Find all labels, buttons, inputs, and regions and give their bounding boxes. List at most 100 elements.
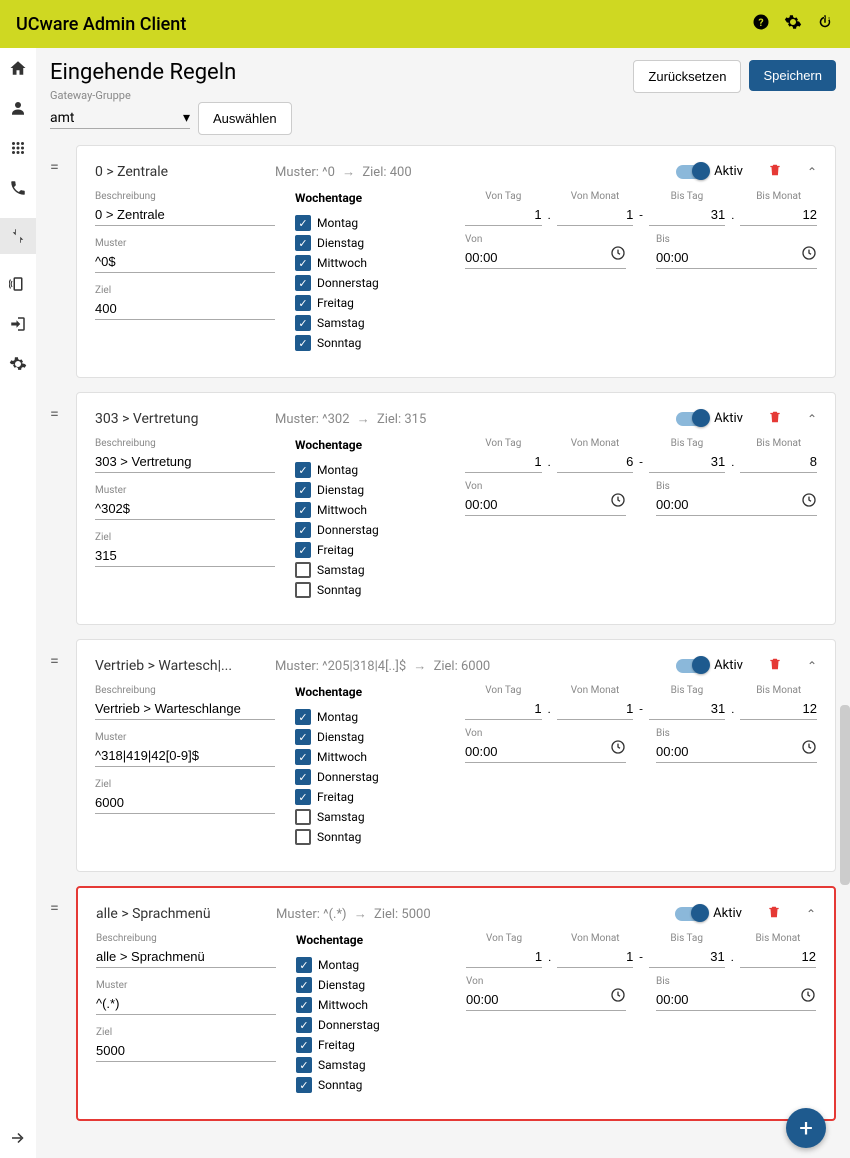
from_month-input[interactable] [557,947,633,968]
from_month-input[interactable] [557,699,634,720]
from_day-input[interactable] [466,947,542,968]
weekday-checkbox[interactable]: ✓ [296,1057,312,1073]
target-field[interactable] [96,1041,276,1062]
weekday-checkbox[interactable] [295,809,311,825]
from_day-input[interactable] [465,699,542,720]
clock-icon[interactable] [801,739,817,759]
clock-icon[interactable] [610,987,626,1007]
weekday-checkbox[interactable]: ✓ [295,335,311,351]
weekday-checkbox[interactable]: ✓ [295,235,311,251]
to_month-input[interactable] [740,699,817,720]
target-field[interactable] [95,546,275,567]
target-field[interactable] [95,793,275,814]
weekday-checkbox[interactable]: ✓ [295,749,311,765]
drag-handle-icon[interactable]: = [50,392,68,423]
pattern-field[interactable] [96,994,276,1015]
drag-handle-icon[interactable]: = [50,145,68,176]
active-toggle[interactable] [676,659,708,673]
pattern-field[interactable] [95,499,275,520]
weekday-checkbox[interactable] [295,562,311,578]
weekday-checkbox[interactable]: ✓ [296,1037,312,1053]
to_month-input[interactable] [740,205,817,226]
user-icon[interactable] [8,98,28,118]
scrollbar[interactable] [840,705,850,885]
weekday-checkbox[interactable]: ✓ [295,769,311,785]
help-icon[interactable]: ? [752,12,770,36]
description-field[interactable] [95,699,275,720]
clock-icon[interactable] [801,492,817,512]
drag-handle-icon[interactable]: = [50,886,68,917]
from_month-input[interactable] [557,452,634,473]
add-fab[interactable]: + [786,1108,826,1148]
to_month-input[interactable] [740,452,817,473]
weekday-checkbox[interactable]: ✓ [296,1077,312,1093]
trash-icon[interactable] [768,409,782,428]
weekday-checkbox[interactable]: ✓ [296,1017,312,1033]
description-field[interactable] [96,947,276,968]
pattern-field[interactable] [95,746,275,767]
weekday-checkbox[interactable]: ✓ [295,522,311,538]
settings-icon[interactable] [8,354,28,374]
weekday-checkbox[interactable]: ✓ [295,709,311,725]
clock-icon[interactable] [610,245,626,265]
description-field[interactable] [95,205,275,226]
clock-icon[interactable] [800,987,816,1007]
from-time-input[interactable] [465,248,626,269]
clock-icon[interactable] [610,492,626,512]
weekday-checkbox[interactable]: ✓ [295,502,311,518]
weekday-checkbox[interactable]: ✓ [295,729,311,745]
from-time-input[interactable] [465,742,626,763]
to-time-input[interactable] [656,248,817,269]
chevron-up-icon[interactable]: ⌃ [807,412,817,426]
select-button[interactable]: Auswählen [198,102,292,135]
to_day-input[interactable] [649,947,725,968]
weekday-checkbox[interactable]: ✓ [295,215,311,231]
weekday-checkbox[interactable]: ✓ [296,977,312,993]
gear-icon[interactable] [784,12,802,36]
description-field[interactable] [95,452,275,473]
weekday-checkbox[interactable]: ✓ [295,295,311,311]
weekday-checkbox[interactable] [295,829,311,845]
weekday-checkbox[interactable]: ✓ [295,789,311,805]
active-toggle[interactable] [676,165,708,179]
target-field[interactable] [95,299,275,320]
login-icon[interactable] [8,314,28,334]
drag-handle-icon[interactable]: = [50,639,68,670]
weekday-checkbox[interactable]: ✓ [295,255,311,271]
trash-icon[interactable] [768,162,782,181]
to-time-input[interactable] [656,495,817,516]
weekday-checkbox[interactable]: ✓ [295,275,311,291]
from_day-input[interactable] [465,452,542,473]
save-button[interactable]: Speichern [749,60,836,91]
weekday-checkbox[interactable]: ✓ [295,315,311,331]
weekday-checkbox[interactable]: ✓ [296,997,312,1013]
weekday-checkbox[interactable] [295,582,311,598]
weekday-checkbox[interactable]: ✓ [295,542,311,558]
from_month-input[interactable] [557,205,634,226]
to_day-input[interactable] [649,452,726,473]
expand-icon[interactable] [8,1128,28,1148]
from-time-input[interactable] [466,990,626,1011]
from-time-input[interactable] [465,495,626,516]
routing-icon[interactable] [0,218,36,254]
trash-icon[interactable] [767,904,781,923]
active-toggle[interactable] [676,412,708,426]
chevron-up-icon[interactable]: ⌃ [807,165,817,179]
power-icon[interactable] [816,12,834,36]
call-settings-icon[interactable] [8,178,28,198]
to_month-input[interactable] [740,947,816,968]
reset-button[interactable]: Zurücksetzen [633,60,741,93]
clock-icon[interactable] [610,739,626,759]
weekday-checkbox[interactable]: ✓ [295,462,311,478]
pattern-field[interactable] [95,252,275,273]
home-icon[interactable] [8,58,28,78]
group-dropdown[interactable]: amt ▾ [50,108,190,129]
weekday-checkbox[interactable]: ✓ [296,957,312,973]
to-time-input[interactable] [656,742,817,763]
chevron-up-icon[interactable]: ⌃ [806,907,816,921]
active-toggle[interactable] [675,907,707,921]
dialpad-icon[interactable] [8,138,28,158]
clock-icon[interactable] [801,245,817,265]
to_day-input[interactable] [649,205,726,226]
from_day-input[interactable] [465,205,542,226]
